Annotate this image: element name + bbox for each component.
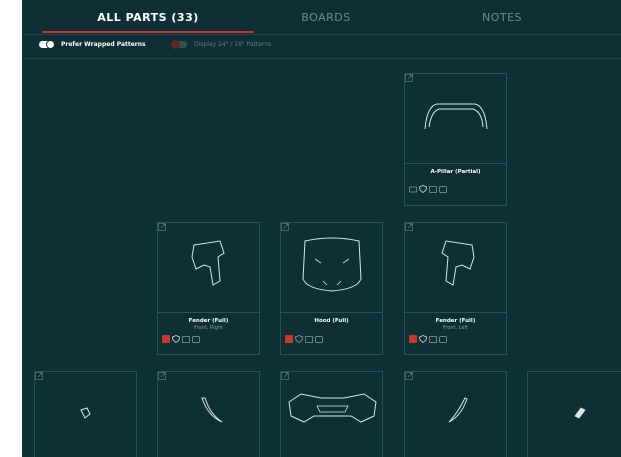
part-status-icons [409,185,447,193]
display-24-switch[interactable] [171,40,187,49]
part-card-fender-left[interactable]: Fender (Full) Front, Left [404,222,507,355]
open-external-icon[interactable] [281,372,289,380]
tab-bar: ALL PARTS (33) BOARDS NOTES [22,0,621,34]
display-24-label: Display 24" / 18" Patterns [194,41,272,48]
tab-all-parts[interactable]: ALL PARTS (33) [42,0,254,34]
part-card-bumper[interactable] [280,371,383,457]
tab-boards[interactable]: BOARDS [254,0,398,34]
open-external-icon[interactable] [405,372,413,380]
fender-icon [191,240,225,286]
rocker-trim-icon [201,397,223,423]
part-thumbnail [158,223,259,311]
part-name: A-Pillar (Partial) [430,169,481,175]
pattern-icon [409,186,417,192]
alert-pattern-icon [162,335,170,343]
part-card-small-4[interactable] [527,371,621,457]
part-thumbnail [528,372,621,457]
verified-shield-icon [419,335,427,343]
part-card-hood[interactable]: Hood (Full) [280,222,383,355]
notes-icon [315,335,323,343]
display-24-toggle[interactable]: Display 24" / 18" Patterns [171,40,272,49]
part-thumbnail [405,74,506,162]
shield-icon [295,335,303,343]
notes-icon [439,185,447,193]
part-thumbnail [281,372,382,457]
open-external-icon[interactable] [158,372,166,380]
verified-shield-icon [419,185,427,193]
part-status-icons [409,335,447,343]
part-status-icons [162,335,200,343]
board-icon [429,335,437,343]
part-status-icons [285,335,323,343]
a-pillar-icon [424,103,488,130]
part-name: Hood (Full) [314,318,349,324]
part-card-a-pillar[interactable]: A-Pillar (Partial) [404,73,507,206]
open-external-icon[interactable] [405,74,413,82]
tab-divider [22,34,621,35]
board-icon [305,335,313,343]
part-thumbnail [35,372,136,457]
open-external-icon[interactable] [35,372,43,380]
active-tab-indicator [42,31,254,33]
verified-shield-icon [172,335,180,343]
fender-icon [441,240,475,286]
rocker-trim-icon [448,397,468,423]
board-icon [429,185,437,193]
part-card-small-3[interactable] [404,371,507,457]
alert-pattern-icon [409,335,417,343]
open-external-icon[interactable] [405,223,413,231]
hood-icon [302,237,362,292]
part-thumbnail [281,223,382,311]
part-thumbnail [405,372,506,457]
small-trim-icon [80,407,91,419]
tab-notes[interactable]: NOTES [442,0,562,34]
alert-pattern-icon [285,335,293,343]
board-icon [182,335,190,343]
part-thumbnail [158,372,259,457]
part-card-small-1[interactable] [34,371,137,457]
part-name: Fender (Full) [188,318,229,324]
notes-icon [192,335,200,343]
part-name: Fender (Full) [435,318,476,324]
part-position: Front, Right [194,325,223,331]
part-card-fender-right[interactable]: Fender (Full) Front, Right [157,222,260,355]
app-window: ALL PARTS (33) BOARDS NOTES Prefer Wrapp… [22,0,621,457]
pattern-toggles: Prefer Wrapped Patterns Display 24" / 18… [22,36,621,58]
bumper-icon [288,393,377,423]
prefer-wrapped-toggle[interactable]: Prefer Wrapped Patterns [39,40,146,49]
prefer-wrapped-switch[interactable] [39,40,55,49]
part-position: Front, Left [442,325,469,331]
part-card-small-2[interactable] [157,371,260,457]
open-external-icon[interactable] [158,223,166,231]
mirror-cap-icon [574,407,586,419]
toggles-divider [22,58,621,59]
part-thumbnail [405,223,506,311]
notes-icon [439,335,447,343]
open-external-icon[interactable] [281,223,289,231]
prefer-wrapped-label: Prefer Wrapped Patterns [61,41,146,48]
